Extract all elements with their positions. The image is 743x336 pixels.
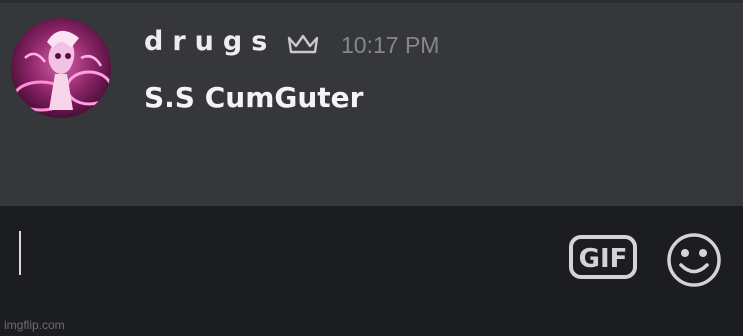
watermark: imgflip.com	[4, 318, 65, 332]
text-caret	[19, 231, 21, 275]
gif-button[interactable]: GIF	[569, 234, 639, 280]
message-composer: GIF	[0, 206, 743, 336]
crown-icon	[287, 34, 319, 54]
gif-icon: GIF	[579, 244, 628, 274]
message-timestamp: 10:17 PM	[341, 32, 440, 58]
avatar-image	[11, 18, 111, 118]
chat-message-area: drugs 10:17 PM S.S CumGuter	[0, 0, 743, 206]
smiley-face-icon[interactable]	[666, 232, 722, 288]
username[interactable]: drugs	[144, 25, 276, 59]
top-divider	[0, 0, 743, 3]
message-text: S.S CumGuter	[144, 81, 364, 114]
message-input[interactable]	[14, 226, 534, 286]
avatar[interactable]	[11, 18, 111, 118]
